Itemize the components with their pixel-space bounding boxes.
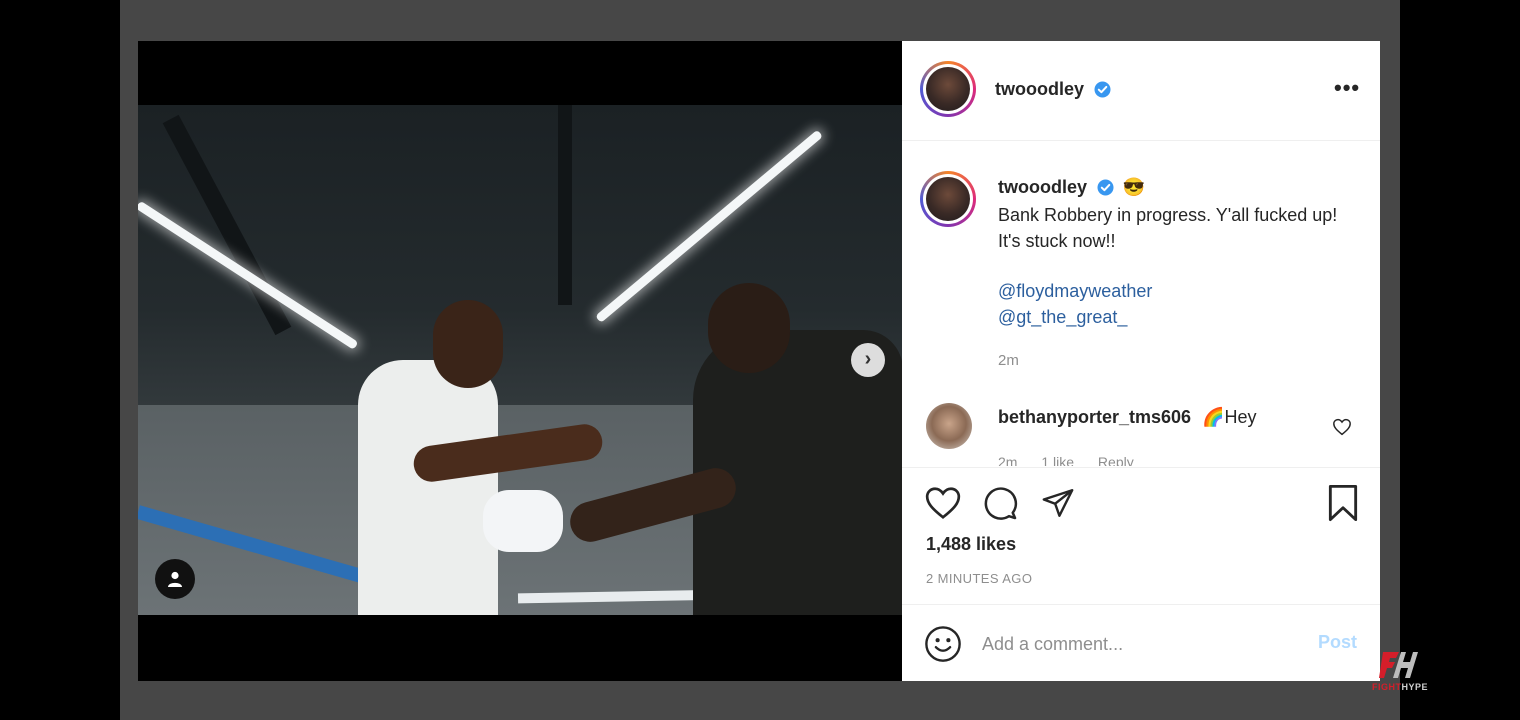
next-image-button[interactable]: ›: [851, 343, 885, 377]
comments-section: twooodley 😎 Bank Robbery in progress. Y'…: [902, 142, 1380, 466]
boxer-head: [433, 300, 503, 388]
bookmark-icon[interactable]: [1326, 484, 1360, 522]
comment-like-icon[interactable]: [1332, 418, 1352, 436]
comment-time: 2m: [998, 454, 1018, 466]
watermark-text: FIGHTHYPE: [1371, 682, 1428, 692]
caption-text: Bank Robbery in progress. Y'all fucked u…: [998, 205, 1338, 251]
post-panel: twooodley ••• twooodley 😎 Bank Robbery i…: [902, 41, 1380, 681]
caption-username[interactable]: twooodley: [998, 177, 1087, 197]
smiley-icon[interactable]: [924, 625, 962, 663]
tagged-users-button[interactable]: [155, 559, 195, 599]
heart-icon[interactable]: [924, 485, 962, 521]
post-media: ›: [138, 41, 902, 681]
mention-link[interactable]: @floydmayweather: [998, 281, 1152, 302]
comment-input[interactable]: [982, 630, 1292, 658]
post-button[interactable]: Post: [1318, 632, 1357, 653]
author-row: twooodley: [995, 79, 1111, 100]
boxer-figure: [358, 360, 498, 615]
verified-badge-icon: [1094, 81, 1111, 98]
boxing-glove: [483, 490, 563, 552]
author-avatar[interactable]: [920, 61, 976, 117]
comment-row: bethanyporter_tms606 🌈Hey: [998, 407, 1257, 428]
more-options-icon[interactable]: •••: [1334, 77, 1360, 99]
chevron-right-icon: ›: [864, 348, 872, 370]
user-tag-icon: [168, 571, 182, 587]
comment-icon[interactable]: [982, 485, 1018, 521]
reply-button[interactable]: Reply: [1098, 454, 1134, 466]
comment-likes[interactable]: 1 like: [1041, 454, 1074, 466]
post-timestamp: 2 MINUTES AGO: [926, 571, 1033, 586]
commenter-username[interactable]: bethanyporter_tms606: [998, 407, 1191, 427]
fighthype-logo-icon: [1379, 652, 1418, 678]
ceiling-light: [595, 129, 824, 323]
verified-badge-icon: [1097, 179, 1114, 196]
mention-link[interactable]: @gt_the_great_: [998, 307, 1127, 328]
caption-emoji: 😎: [1122, 177, 1146, 197]
send-icon[interactable]: [1040, 486, 1076, 520]
ceiling-beam: [558, 105, 572, 305]
comment-meta: 2m 1 like Reply: [998, 454, 1154, 466]
author-username[interactable]: twooodley: [995, 79, 1084, 99]
caption-time[interactable]: 2m: [998, 352, 1019, 369]
watermark: FIGHTHYPE: [1362, 648, 1438, 698]
ceiling-light: [138, 200, 359, 350]
likes-count[interactable]: 1,488 likes: [926, 534, 1016, 555]
comment-text: 🌈Hey: [1202, 407, 1257, 427]
caption-author-row: twooodley 😎: [998, 177, 1145, 198]
post-header: twooodley •••: [902, 41, 1380, 141]
commenter-avatar[interactable]: [926, 403, 972, 449]
ceiling-beam: [162, 114, 292, 336]
trainer-head: [708, 283, 790, 373]
caption-avatar[interactable]: [920, 171, 976, 227]
add-comment-bar: Post: [902, 606, 1380, 681]
post-photo[interactable]: [138, 105, 902, 615]
